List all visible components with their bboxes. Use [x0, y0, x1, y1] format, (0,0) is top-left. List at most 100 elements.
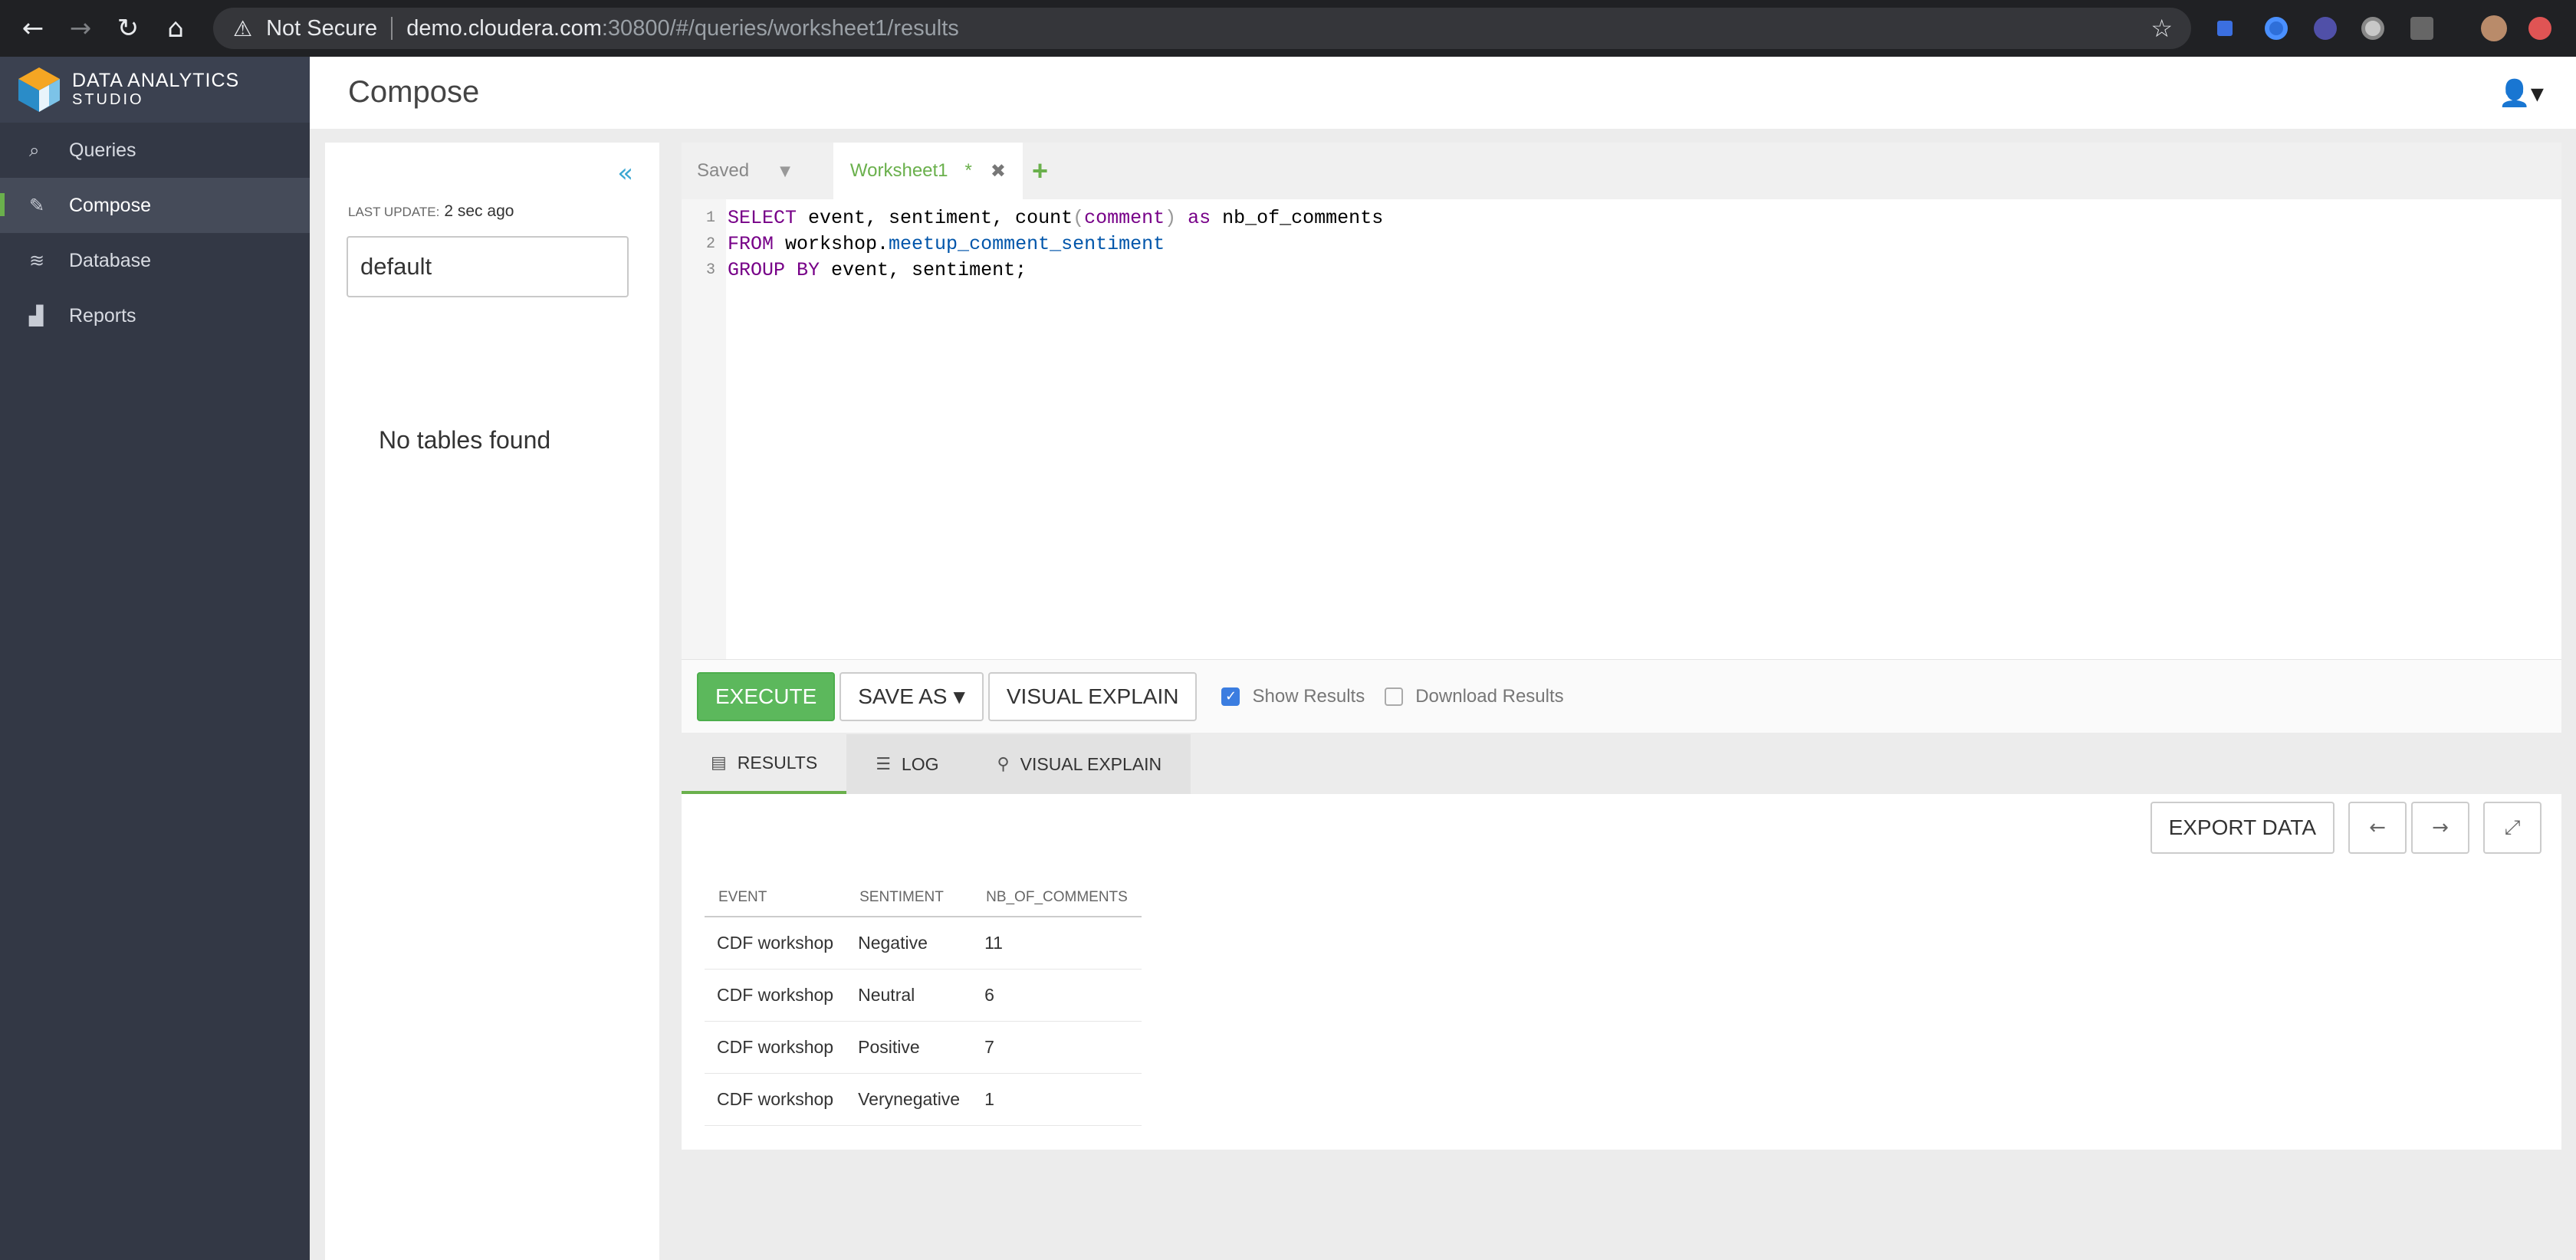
app-sidebar: DATA ANALYTICS STUDIO ⌕ Queries ✎ Compos… [0, 57, 310, 1260]
line-number: 1 [705, 209, 715, 227]
code-paren: ( [1073, 207, 1085, 229]
last-update: LAST UPDATE: 2 sec ago [348, 202, 514, 221]
forward-icon[interactable]: → [57, 0, 104, 57]
table-cell: CDF workshop [705, 969, 846, 1022]
sidebar-item-compose[interactable]: ✎ Compose [0, 178, 310, 233]
sidebar-item-label: Compose [69, 194, 151, 216]
code-area[interactable]: 1 SELECT event, sentiment, count(comment… [682, 199, 2561, 659]
code-line: 2 FROM workshop.meetup_comment_sentiment [682, 231, 1165, 258]
save-as-label: SAVE AS [858, 684, 948, 708]
sidebar-item-label: Queries [69, 139, 136, 161]
tab-saved[interactable]: Saved ▼ [682, 143, 806, 199]
sidebar-item-database[interactable]: ≋ Database [0, 233, 310, 288]
visual-explain-button[interactable]: VISUAL EXPLAIN [987, 671, 1198, 721]
line-number: 3 [705, 261, 715, 279]
code-text: nb_of_comments [1211, 207, 1384, 229]
home-icon[interactable]: ⌂ [152, 0, 199, 57]
divider [391, 17, 393, 40]
address-bar[interactable]: ⚠ Not Secure demo.cloudera.com:30800/#/q… [213, 8, 2191, 49]
query-editor: Saved ▼ Worksheet1 * ✖ + 1 SELECT event,… [682, 143, 2561, 733]
tab-label: Saved [697, 160, 750, 181]
keyword: as [1176, 207, 1211, 229]
table-name: meetup_comment_sentiment [889, 233, 1165, 255]
sidebar-item-queries[interactable]: ⌕ Queries [0, 123, 310, 178]
expand-icon[interactable]: ⤢ [2483, 802, 2542, 854]
show-results-checkbox[interactable]: ✓ Show Results [1221, 686, 1365, 707]
code-text: event, sentiment, count [797, 207, 1073, 229]
bookmark-star-icon[interactable]: ☆ [2150, 14, 2173, 43]
extension-icon[interactable] [2217, 21, 2233, 36]
database-select[interactable] [347, 236, 629, 297]
table-cell: CDF workshop [705, 917, 846, 970]
keyword: GROUP BY [728, 259, 820, 281]
chart-icon: ▟ [29, 305, 44, 326]
extension-icon[interactable] [2410, 17, 2433, 40]
security-label: Not Secure [266, 15, 378, 41]
table-cell: Verynegative [846, 1073, 973, 1126]
code-paren: ) [1165, 207, 1177, 229]
profile-avatar[interactable] [2481, 15, 2507, 41]
check-icon: ✓ [1221, 687, 1240, 706]
back-icon[interactable]: ← [9, 0, 57, 57]
arrow-right-icon[interactable]: → [2411, 802, 2469, 854]
code-text: event, sentiment; [820, 259, 1027, 281]
table-row: CDF workshop Neutral 6 [705, 969, 1142, 1022]
sidebar-item-label: Database [69, 249, 152, 271]
tab-label: VISUAL EXPLAIN [1020, 753, 1162, 774]
arrow-left-icon[interactable]: ← [2348, 802, 2407, 854]
tab-worksheet1[interactable]: Worksheet1 * ✖ [833, 143, 1023, 199]
extension-icon[interactable] [2361, 17, 2384, 40]
cube-logo-icon [18, 67, 60, 112]
code-text: workshop. [774, 233, 889, 255]
browser-toolbar: ← → ↻ ⌂ ⚠ Not Secure demo.cloudera.com:3… [0, 0, 2576, 57]
collapse-panel-icon[interactable]: « [617, 158, 633, 189]
table-row: CDF workshop Verynegative 1 [705, 1073, 1142, 1126]
column-header: NB_OF_COMMENTS [972, 878, 1142, 917]
line-number: 2 [705, 235, 715, 253]
table-cell: 11 [972, 917, 1142, 970]
tab-log[interactable]: ☰ LOG [846, 734, 968, 794]
reload-icon[interactable]: ↻ [104, 0, 152, 57]
close-tab-icon[interactable]: ✖ [991, 160, 1006, 182]
table-cell: CDF workshop [705, 1073, 846, 1126]
table-row: CDF workshop Positive 7 [705, 1021, 1142, 1074]
execute-button[interactable]: EXECUTE [697, 671, 836, 721]
tab-label: LOG [901, 753, 939, 774]
code-line: 1 SELECT event, sentiment, count(comment… [682, 205, 1383, 231]
table-cell: 1 [972, 1073, 1142, 1126]
table-cell: 7 [972, 1021, 1142, 1074]
url-path: :30800/#/queries/worksheet1/results [601, 15, 959, 41]
tab-visual-explain[interactable]: ⚲ VISUAL EXPLAIN [968, 734, 1191, 794]
checkbox-label: Show Results [1252, 685, 1365, 707]
link-icon: ⚲ [997, 754, 1010, 774]
user-menu-icon[interactable]: 👤▾ [2499, 78, 2544, 109]
results-tabs: ▤ RESULTS ☰ LOG ⚲ VISUAL EXPLAIN [682, 734, 2561, 794]
caret-down-icon: ▼ [953, 687, 965, 706]
editor-toolbar: EXECUTE SAVE AS ▼ VISUAL EXPLAIN ✓ Show R… [682, 659, 2561, 733]
tab-label: Worksheet1 [849, 160, 948, 181]
results-table: EVENT SENTIMENT NB_OF_COMMENTS CDF works… [705, 878, 1142, 1126]
column-header: SENTIMENT [846, 878, 973, 917]
extension-icon[interactable] [2265, 17, 2288, 40]
extension-icon[interactable] [2528, 17, 2551, 40]
export-data-button[interactable]: EXPORT DATA [2150, 802, 2334, 854]
sidebar-item-label: Reports [69, 304, 136, 326]
edit-icon: ✎ [29, 195, 45, 216]
tab-results[interactable]: ▤ RESULTS [682, 734, 847, 794]
download-results-checkbox[interactable]: Download Results [1385, 685, 1564, 707]
table-row: CDF workshop Negative 11 [705, 917, 1142, 970]
add-tab-icon[interactable]: + [1023, 143, 1057, 199]
column-header: EVENT [705, 878, 846, 917]
last-update-value: 2 sec ago [444, 202, 514, 220]
save-as-button[interactable]: SAVE AS ▼ [840, 671, 984, 721]
search-icon: ⌕ [29, 139, 40, 161]
checkbox-label: Download Results [1415, 685, 1564, 707]
brand[interactable]: DATA ANALYTICS STUDIO [0, 57, 310, 123]
url-host: demo.cloudera.com [406, 15, 602, 41]
tab-label: RESULTS [737, 752, 818, 773]
extension-icon[interactable] [2314, 17, 2337, 40]
table-cell: Negative [846, 917, 973, 970]
caret-down-icon: ▼ [780, 162, 790, 179]
sidebar-item-reports[interactable]: ▟ Reports [0, 288, 310, 343]
worksheet-tabs: Saved ▼ Worksheet1 * ✖ + [682, 143, 2561, 199]
